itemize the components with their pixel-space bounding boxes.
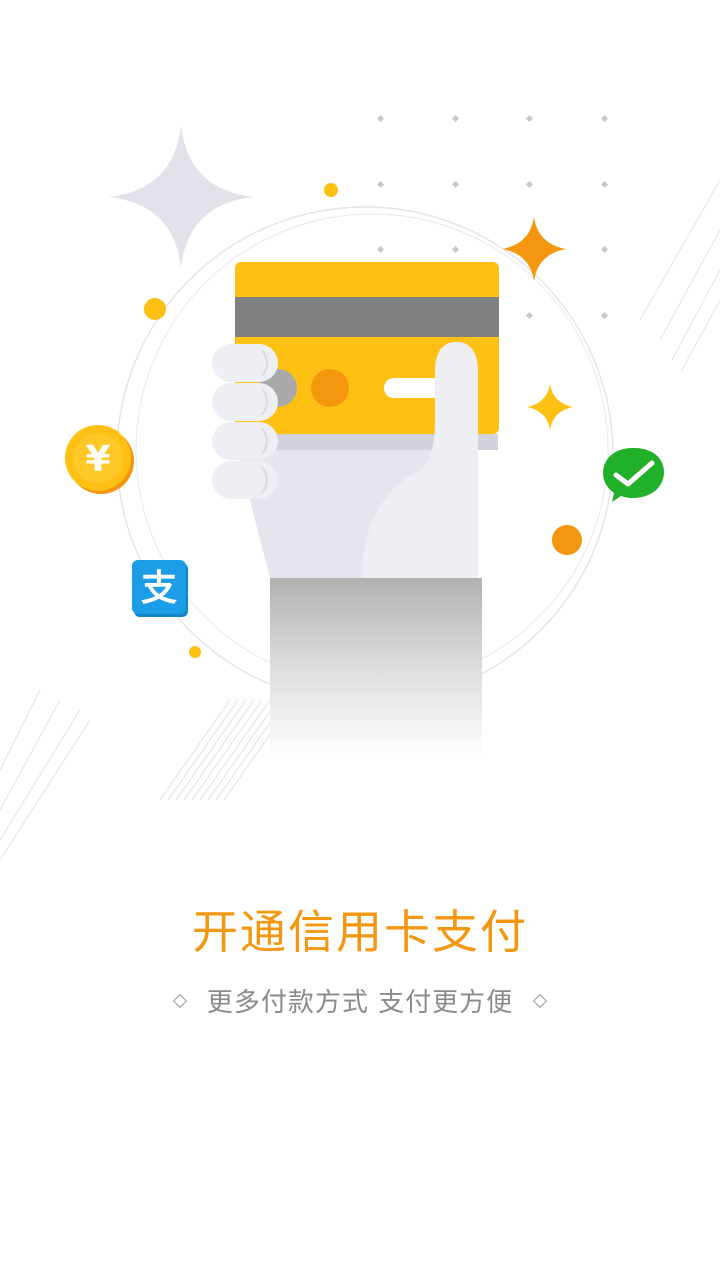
decor-dot bbox=[324, 183, 338, 197]
promo-subtitle-row: 更多付款方式 支付更方便 bbox=[0, 982, 720, 1019]
coin-symbol: ¥ bbox=[85, 439, 110, 480]
decor-dot bbox=[189, 646, 201, 658]
wechat-pay-icon bbox=[603, 448, 664, 502]
decor-dot bbox=[144, 298, 166, 320]
onboarding-screen[interactable]: ¥ 支 开通信用卡支付 更多付款方式 支付更方便 bbox=[0, 0, 720, 1280]
credit-card-illustration: ¥ 支 bbox=[0, 114, 720, 860]
sparkle-star-icon bbox=[502, 217, 566, 281]
promo-title: 开通信用卡支付 bbox=[192, 905, 528, 959]
promo-subtitle: 更多付款方式 支付更方便 bbox=[206, 988, 514, 1018]
diamond-left-icon bbox=[172, 993, 187, 1008]
diamond-right-icon bbox=[533, 993, 548, 1008]
decor-dot bbox=[552, 525, 582, 555]
coin-yen-icon: ¥ bbox=[65, 425, 134, 494]
sleeve bbox=[270, 578, 482, 758]
alipay-symbol: 支 bbox=[141, 568, 177, 609]
alipay-icon: 支 bbox=[132, 560, 188, 617]
sparkle-star-icon bbox=[527, 384, 573, 430]
sparkle-star-icon bbox=[108, 125, 254, 268]
